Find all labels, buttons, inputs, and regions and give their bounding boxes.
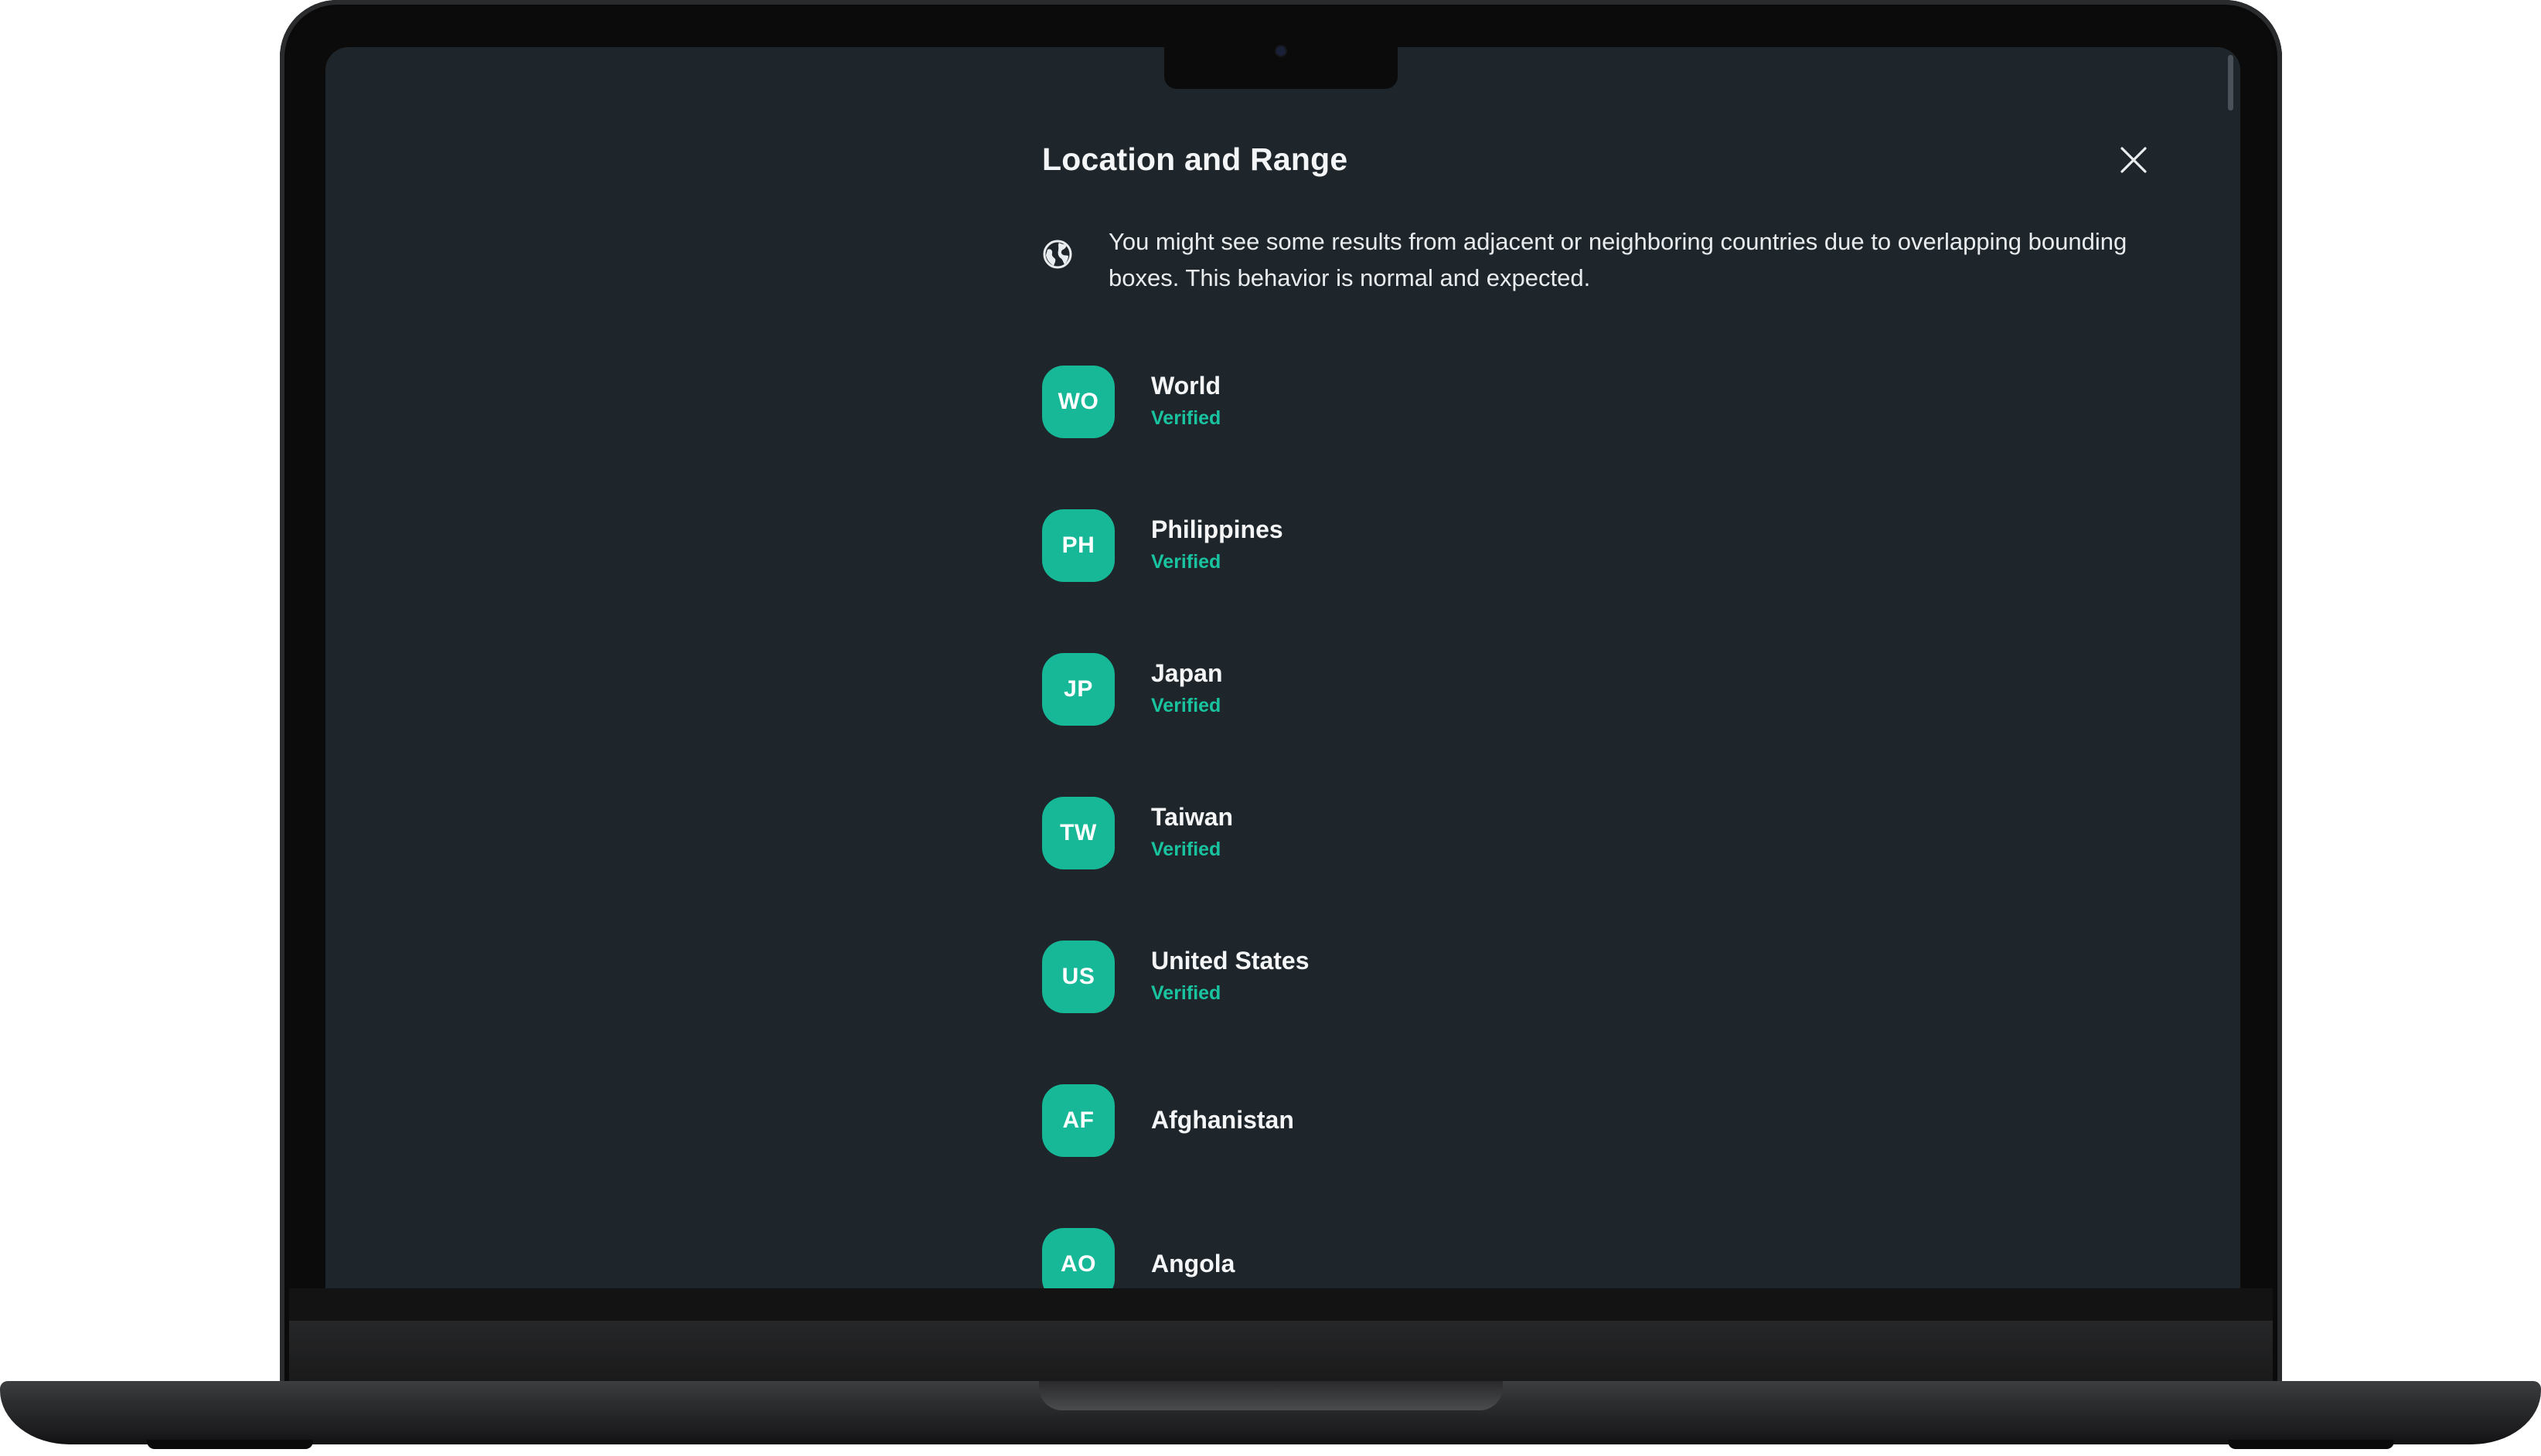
notice-text: You might see some results from adjacent… [1109,228,2127,291]
verified-badge: Verified [1151,982,1221,1004]
verified-badge: Verified [1151,407,1221,429]
list-item-japan[interactable]: JP Japan Verified [1042,653,1970,726]
close-button[interactable] [2118,145,2149,175]
location-range-dialog: Location and Range You might see some re… [1042,47,2163,1288]
list-item-united-states[interactable]: US United States Verified [1042,941,1970,1013]
globe-icon [1043,240,1072,269]
location-avatar: AO [1042,1228,1115,1288]
list-item-angola[interactable]: AO Angola [1042,1228,1970,1288]
location-name: Taiwan [1151,803,1234,831]
laptop-foot-right [2228,1440,2394,1449]
list-item-taiwan[interactable]: TW Taiwan Verified [1042,797,1970,869]
location-name: Philippines [1151,515,1283,543]
location-avatar: US [1042,941,1115,1013]
laptop-mockup: Location and Range You might see some re… [0,0,2541,1456]
location-name: Japan [1151,659,1223,687]
close-icon [2120,147,2147,173]
location-avatar: AF [1042,1084,1115,1157]
laptop-foot-left [147,1440,313,1449]
location-avatar: WO [1042,366,1115,438]
scrollbar[interactable] [2228,55,2233,111]
screen: Location and Range You might see some re… [325,47,2240,1288]
verified-badge: Verified [1151,695,1221,716]
location-name: World [1151,372,1221,400]
camera-icon [1276,46,1286,56]
list-item-philippines[interactable]: PH Philippines Verified [1042,509,1970,582]
laptop-chin [289,1288,2273,1381]
verified-badge: Verified [1151,551,1221,573]
location-name: United States [1151,947,1310,975]
camera-notch [1164,45,1398,89]
list-item-world[interactable]: WO World Verified [1042,366,1970,438]
location-name: Angola [1151,1250,1235,1277]
dialog-title: Location and Range [1042,141,1348,177]
location-avatar: PH [1042,509,1115,582]
laptop-opening-notch [1039,1381,1503,1410]
list-item-afghanistan[interactable]: AF Afghanistan [1042,1084,1970,1157]
location-name: Afghanistan [1151,1106,1294,1134]
location-avatar: TW [1042,797,1115,869]
location-avatar: JP [1042,653,1115,726]
verified-badge: Verified [1151,839,1221,860]
